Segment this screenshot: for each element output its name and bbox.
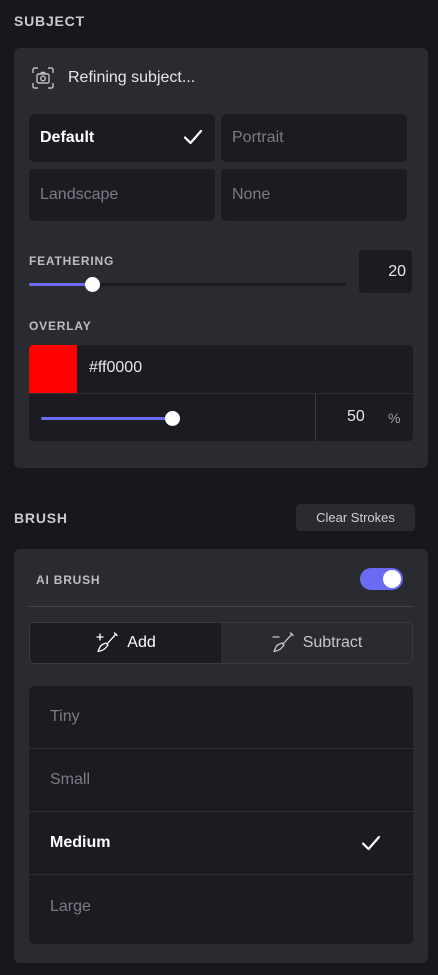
brush-panel: AI BRUSH Add Subtract Tiny Small Medium … bbox=[14, 549, 428, 963]
mode-default-button[interactable]: Default bbox=[29, 114, 215, 162]
brush-size-list: Tiny Small Medium Large bbox=[29, 686, 413, 944]
feathering-label: FEATHERING bbox=[29, 254, 115, 268]
refine-status-text: Refining subject... bbox=[68, 69, 196, 86]
feathering-slider[interactable] bbox=[29, 277, 346, 292]
overlay-hex-input[interactable]: #ff0000 bbox=[89, 359, 142, 377]
ai-brush-toggle[interactable] bbox=[360, 568, 403, 590]
mode-landscape-label: Landscape bbox=[40, 186, 119, 203]
size-tiny-option[interactable]: Tiny bbox=[29, 686, 413, 749]
overlay-color-swatch[interactable] bbox=[29, 345, 77, 393]
brush-add-button[interactable]: Add bbox=[30, 623, 221, 663]
size-small-option[interactable]: Small bbox=[29, 749, 413, 812]
overlay-label: OVERLAY bbox=[29, 319, 92, 333]
brush-section-title: BRUSH bbox=[14, 510, 68, 526]
size-large-option[interactable]: Large bbox=[29, 875, 413, 938]
size-large-label: Large bbox=[50, 897, 91, 915]
size-medium-label: Medium bbox=[50, 834, 111, 851]
mode-portrait-label: Portrait bbox=[232, 129, 284, 146]
overlay-divider bbox=[29, 393, 413, 394]
checkmark-icon bbox=[361, 835, 381, 851]
brush-subtract-label: Subtract bbox=[302, 634, 363, 651]
mode-none-label: None bbox=[232, 186, 271, 203]
mode-landscape-button[interactable]: Landscape bbox=[29, 169, 215, 221]
subject-section-title: SUBJECT bbox=[14, 13, 85, 29]
mode-default-label: Default bbox=[40, 129, 95, 146]
overlay-opacity-slider[interactable] bbox=[41, 411, 303, 426]
brush-subtract-button[interactable]: Subtract bbox=[221, 623, 412, 663]
size-small-label: Small bbox=[50, 771, 91, 788]
brush-add-icon bbox=[96, 632, 118, 653]
overlay-opacity-unit: % bbox=[388, 410, 401, 426]
brush-add-label: Add bbox=[127, 634, 156, 651]
subject-panel: Refining subject... Default Portrait Lan… bbox=[14, 48, 428, 468]
clear-strokes-button[interactable]: Clear Strokes bbox=[296, 504, 415, 531]
overlay-opacity-value[interactable]: 50 bbox=[347, 408, 365, 426]
feathering-slider-thumb[interactable] bbox=[85, 277, 100, 292]
refine-status: Refining subject... bbox=[32, 66, 195, 90]
brush-divider bbox=[29, 606, 413, 607]
mode-none-button[interactable]: None bbox=[221, 169, 407, 221]
camera-focus-icon bbox=[32, 67, 54, 89]
overlay-controls: #ff0000 50 % bbox=[29, 345, 413, 441]
checkmark-icon bbox=[183, 129, 203, 145]
feathering-value-input[interactable]: 20 bbox=[359, 250, 412, 293]
overlay-opacity-slider-thumb[interactable] bbox=[165, 411, 180, 426]
feathering-slider-fill bbox=[29, 283, 92, 286]
brush-subtract-icon bbox=[272, 632, 294, 653]
mode-portrait-button[interactable]: Portrait bbox=[221, 114, 407, 162]
ai-brush-label: AI BRUSH bbox=[36, 573, 101, 587]
overlay-opacity-slider-fill bbox=[41, 417, 172, 420]
size-tiny-label: Tiny bbox=[50, 708, 80, 725]
overlay-vertical-divider bbox=[315, 393, 316, 441]
toggle-knob bbox=[383, 570, 401, 588]
size-medium-option[interactable]: Medium bbox=[29, 812, 413, 875]
brush-mode-segmented: Add Subtract bbox=[29, 622, 413, 664]
